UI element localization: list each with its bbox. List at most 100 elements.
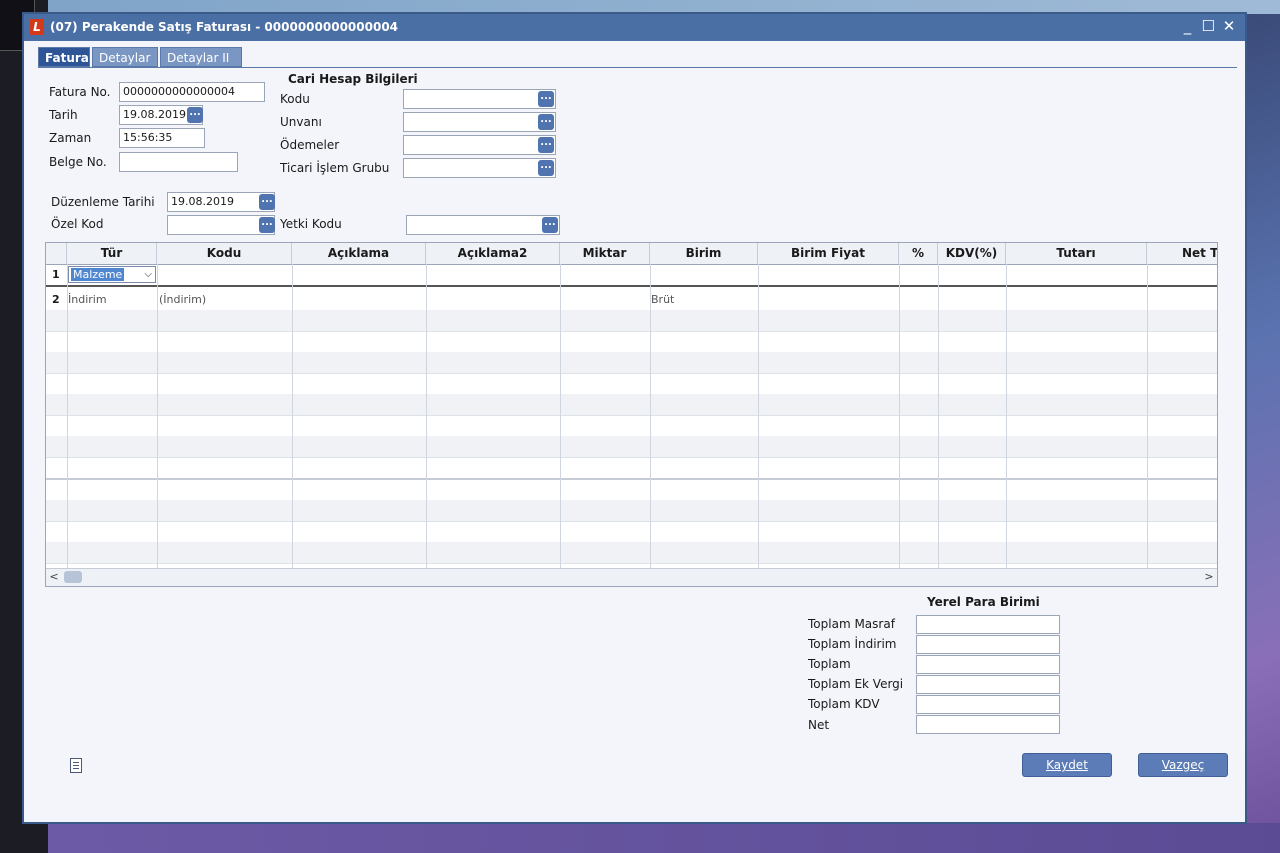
- grid-header-rownum: [46, 243, 67, 264]
- odemeler-field[interactable]: [403, 135, 556, 155]
- table-row[interactable]: [46, 542, 1217, 564]
- table-row[interactable]: [46, 521, 1217, 543]
- invoice-window: L (07) Perakende Satış Faturası - 000000…: [22, 12, 1247, 824]
- table-row[interactable]: [46, 436, 1217, 458]
- col-aciklama[interactable]: Açıklama: [292, 243, 426, 264]
- minimize-icon[interactable]: _: [1179, 17, 1195, 35]
- grid-col-divider: [1147, 264, 1148, 570]
- toplam-ek-vergi-field: [916, 675, 1060, 694]
- col-tur[interactable]: Tür: [67, 243, 157, 264]
- table-row[interactable]: [46, 479, 1217, 501]
- table-row[interactable]: [46, 373, 1217, 395]
- grid-col-divider: [292, 264, 293, 570]
- col-birim-fiyat[interactable]: Birim Fiyat: [758, 243, 899, 264]
- net-field: [916, 715, 1060, 734]
- document-icon[interactable]: [70, 758, 82, 773]
- tur-combo[interactable]: Malzeme ⌵: [68, 266, 156, 283]
- fatura-no-label: Fatura No.: [49, 85, 111, 99]
- grid-col-divider: [67, 264, 68, 570]
- belge-no-label: Belge No.: [49, 155, 107, 169]
- row-number: 2: [52, 293, 60, 306]
- col-percent[interactable]: %: [899, 243, 938, 264]
- tab-fatura[interactable]: Fatura: [38, 47, 90, 67]
- app-logo-icon: L: [30, 19, 44, 35]
- table-row[interactable]: 1 Malzeme ⌵: [46, 264, 1217, 287]
- toplam-kdv-label: Toplam KDV: [808, 697, 880, 711]
- grid-col-divider: [157, 264, 158, 570]
- table-row[interactable]: [46, 310, 1217, 332]
- duzenleme-tarihi-label: Düzenleme Tarihi: [51, 195, 155, 209]
- table-row[interactable]: [46, 331, 1217, 353]
- tab-detaylar[interactable]: Detaylar: [92, 47, 158, 67]
- odemeler-lookup-button[interactable]: ...: [538, 137, 554, 153]
- row-number: 1: [52, 268, 60, 281]
- cari-hesap-heading: Cari Hesap Bilgileri: [288, 72, 418, 86]
- cari-kodu-label: Kodu: [280, 92, 310, 106]
- cari-kodu-field[interactable]: [403, 89, 556, 109]
- yetki-kodu-field[interactable]: [406, 215, 560, 235]
- net-label: Net: [808, 718, 830, 732]
- col-kodu[interactable]: Kodu: [157, 243, 292, 264]
- toplam-field: [916, 655, 1060, 674]
- ozel-kod-lookup-button[interactable]: ...: [259, 217, 275, 233]
- ozel-kod-label: Özel Kod: [51, 217, 104, 231]
- yetki-kodu-label: Yetki Kodu: [280, 217, 342, 231]
- table-row[interactable]: [46, 352, 1217, 374]
- close-icon[interactable]: ✕: [1221, 17, 1237, 35]
- col-birim[interactable]: Birim: [650, 243, 758, 264]
- invoice-lines-grid: Tür Kodu Açıklama Açıklama2 Miktar Birim…: [45, 242, 1218, 587]
- cari-kodu-lookup-button[interactable]: ...: [538, 91, 554, 107]
- fatura-no-field[interactable]: 0000000000000004: [119, 82, 265, 102]
- cari-unvani-field[interactable]: [403, 112, 556, 132]
- row-birim: Brüt: [651, 293, 675, 306]
- row-kodu: (İndirim): [159, 293, 207, 306]
- tab-detaylar-ii[interactable]: Detaylar II: [160, 47, 242, 67]
- ticari-islem-grubu-lookup-button[interactable]: ...: [538, 160, 554, 176]
- grid-col-divider: [426, 264, 427, 570]
- scrollbar-thumb[interactable]: [64, 571, 82, 583]
- window-title: (07) Perakende Satış Faturası - 00000000…: [50, 20, 399, 34]
- table-row[interactable]: [46, 500, 1217, 522]
- chevron-down-icon[interactable]: ⌵: [144, 267, 152, 282]
- grid-col-divider: [560, 264, 561, 570]
- tab-divider: [38, 67, 1237, 68]
- title-bar[interactable]: L (07) Perakende Satış Faturası - 000000…: [24, 14, 1245, 41]
- cari-unvani-lookup-button[interactable]: ...: [538, 114, 554, 130]
- tur-combo-value: Malzeme: [71, 268, 125, 281]
- col-miktar[interactable]: Miktar: [560, 243, 650, 264]
- yetki-kodu-lookup-button[interactable]: ...: [542, 217, 558, 233]
- grid-col-divider: [650, 264, 651, 570]
- desktop-bottom-band: [48, 823, 1280, 853]
- col-net-tutar[interactable]: Net T: [1147, 243, 1217, 264]
- grid-header: Tür Kodu Açıklama Açıklama2 Miktar Birim…: [46, 243, 1217, 265]
- yerel-para-birimi-heading: Yerel Para Birimi: [927, 595, 1040, 609]
- scroll-right-icon[interactable]: >: [1201, 569, 1217, 585]
- zaman-label: Zaman: [49, 131, 92, 145]
- grid-col-divider: [938, 264, 939, 570]
- zaman-field[interactable]: 15:56:35: [119, 128, 205, 148]
- belge-no-field[interactable]: [119, 152, 238, 172]
- table-row[interactable]: [46, 394, 1217, 416]
- ticari-islem-grubu-label: Ticari İşlem Grubu: [280, 161, 390, 175]
- ticari-islem-grubu-field[interactable]: [403, 158, 556, 178]
- scroll-left-icon[interactable]: <: [46, 569, 62, 585]
- table-row[interactable]: [46, 415, 1217, 437]
- maximize-icon[interactable]: ☐: [1200, 17, 1216, 35]
- col-kdv[interactable]: KDV(%): [938, 243, 1006, 264]
- toplam-masraf-label: Toplam Masraf: [808, 617, 895, 631]
- table-row[interactable]: [46, 457, 1217, 480]
- row-tur: İndirim: [68, 293, 107, 306]
- toplam-ek-vergi-label: Toplam Ek Vergi: [808, 677, 904, 691]
- save-button[interactable]: Kaydet: [1022, 753, 1112, 777]
- toplam-indirim-field: [916, 635, 1060, 654]
- tarih-label: Tarih: [49, 108, 78, 122]
- tarih-picker-button[interactable]: ...: [187, 107, 203, 123]
- duzenleme-tarihi-picker-button[interactable]: ...: [259, 194, 275, 210]
- grid-col-divider: [1006, 264, 1007, 570]
- cancel-button[interactable]: Vazgeç: [1138, 753, 1228, 777]
- col-tutari[interactable]: Tutarı: [1006, 243, 1147, 264]
- table-row[interactable]: 2 İndirim (İndirim) Brüt: [46, 289, 1217, 311]
- grid-col-divider: [758, 264, 759, 570]
- horizontal-scrollbar[interactable]: < >: [46, 568, 1217, 586]
- col-aciklama2[interactable]: Açıklama2: [426, 243, 560, 264]
